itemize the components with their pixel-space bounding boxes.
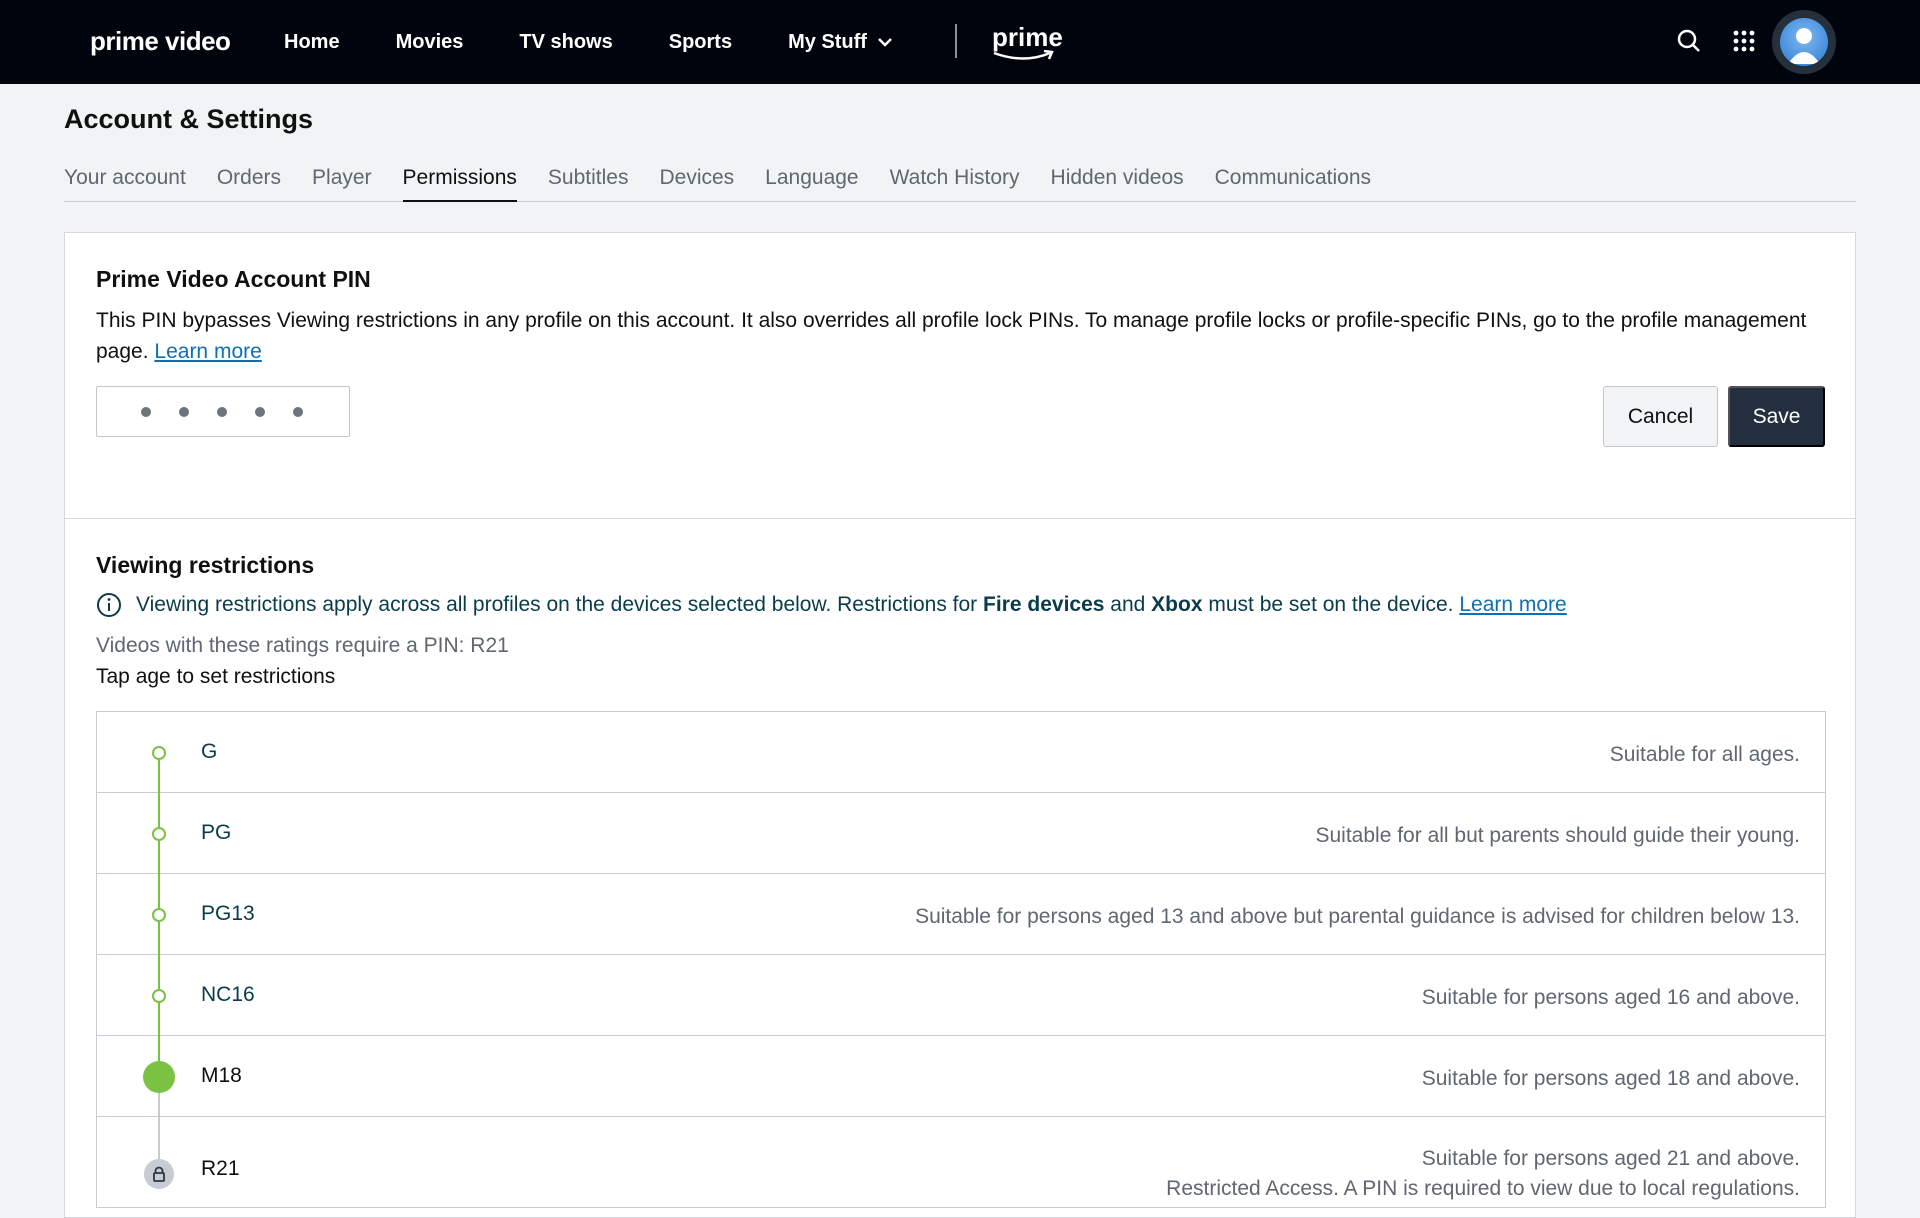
- rating-timeline: [97, 712, 197, 793]
- rating-code: M18: [201, 1064, 242, 1087]
- pin-description-text: This PIN bypasses Viewing restrictions i…: [96, 309, 1807, 363]
- timeline-line: [158, 760, 160, 793]
- rating-row-pg[interactable]: PG Suitable for all but parents should g…: [97, 793, 1825, 874]
- info-icon: [97, 593, 121, 617]
- rating-marker: [152, 989, 166, 1003]
- tab-devices[interactable]: Devices: [659, 160, 734, 202]
- rating-timeline: [97, 793, 197, 874]
- rating-description: Suitable for persons aged 21 and above. …: [1166, 1144, 1800, 1204]
- prime-video-logo[interactable]: prime video: [90, 26, 231, 57]
- apps-grid-icon[interactable]: [1733, 30, 1755, 57]
- rating-description: Suitable for persons aged 13 and above b…: [915, 905, 1800, 928]
- tab-your-account[interactable]: Your account: [64, 160, 186, 202]
- prime-smile-icon: [993, 50, 1054, 60]
- tab-language[interactable]: Language: [765, 160, 858, 202]
- timeline-line-inactive: [158, 1117, 160, 1161]
- tab-player[interactable]: Player: [312, 160, 372, 202]
- prime-logo[interactable]: prime: [992, 22, 1063, 60]
- rating-marker: [152, 908, 166, 922]
- user-icon: [1780, 18, 1828, 66]
- nav-home[interactable]: Home: [284, 31, 340, 54]
- restrictions-title: Viewing restrictions: [96, 552, 315, 578]
- rating-code: NC16: [201, 983, 255, 1006]
- tab-hidden-videos[interactable]: Hidden videos: [1051, 160, 1184, 202]
- rating-marker: [152, 746, 166, 760]
- pin-dot: [255, 406, 265, 417]
- prime-logo-text: prime: [992, 22, 1063, 52]
- page-title: Account & Settings: [64, 104, 314, 134]
- pin-dot: [141, 406, 151, 417]
- pin-card-title: Prime Video Account PIN: [96, 266, 371, 292]
- tab-communications[interactable]: Communications: [1215, 160, 1371, 202]
- restrictions-learn-more-link[interactable]: Learn more: [1459, 593, 1566, 617]
- rating-row-nc16[interactable]: NC16 Suitable for persons aged 16 and ab…: [97, 955, 1825, 1036]
- rating-code: PG13: [201, 902, 255, 925]
- rating-row-m18[interactable]: M18 Suitable for persons aged 18 and abo…: [97, 1036, 1825, 1117]
- chevron-down-icon: [878, 38, 892, 47]
- pin-dot: [217, 406, 227, 417]
- nav-divider: [955, 24, 957, 58]
- nav-movies[interactable]: Movies: [396, 31, 464, 54]
- rating-timeline: [97, 955, 197, 1036]
- info-fire-devices: Fire devices: [983, 593, 1105, 616]
- rating-row-g[interactable]: G Suitable for all ages.: [97, 712, 1825, 793]
- tab-subtitles[interactable]: Subtitles: [548, 160, 629, 202]
- rating-description: Suitable for all but parents should guid…: [1315, 824, 1801, 847]
- ratings-list: G Suitable for all ages. PG Suitable for…: [96, 711, 1826, 1208]
- viewing-restrictions-card: Viewing restrictions Viewing restriction…: [64, 518, 1856, 1218]
- pin-learn-more-link[interactable]: Learn more: [154, 340, 261, 363]
- rating-code: G: [201, 740, 218, 763]
- rating-row-pg13[interactable]: PG13 Suitable for persons aged 13 and ab…: [97, 874, 1825, 955]
- settings-tabs: Your account Orders Player Permissions S…: [64, 160, 1856, 202]
- nav-my-stuff-label: My Stuff: [788, 30, 867, 53]
- rating-timeline: [97, 874, 197, 955]
- avatar[interactable]: [1772, 10, 1836, 74]
- tap-age-instruction: Tap age to set restrictions: [96, 665, 336, 688]
- nav-tv-shows[interactable]: TV shows: [519, 31, 612, 54]
- rating-timeline: [97, 1117, 197, 1207]
- rating-description: Suitable for persons aged 18 and above.: [1421, 1067, 1800, 1090]
- lock-icon: [144, 1159, 174, 1189]
- rating-marker: [152, 827, 166, 841]
- account-pin-card: Prime Video Account PIN This PIN bypasse…: [64, 232, 1856, 519]
- selected-rating-marker: [143, 1061, 175, 1093]
- rating-timeline: [97, 1036, 197, 1117]
- save-button[interactable]: Save: [1728, 386, 1825, 447]
- tab-permissions[interactable]: Permissions: [402, 160, 517, 202]
- timeline-line-inactive: [158, 1090, 160, 1117]
- rating-description: Suitable for all ages.: [1609, 743, 1800, 766]
- pin-input[interactable]: [96, 386, 350, 437]
- rating-row-r21[interactable]: R21 Suitable for persons aged 21 and abo…: [97, 1117, 1825, 1207]
- search-icon[interactable]: [1676, 28, 1702, 59]
- tab-watch-history[interactable]: Watch History: [890, 160, 1020, 202]
- info-text-suffix: must be set on the device.: [1208, 593, 1454, 616]
- nav-sports[interactable]: Sports: [669, 31, 732, 54]
- pin-dot: [179, 406, 189, 417]
- top-navigation: prime video Home Movies TV shows Sports …: [0, 0, 1920, 84]
- rating-description-line1: Suitable for persons aged 21 and above.: [1421, 1147, 1800, 1170]
- tab-orders[interactable]: Orders: [217, 160, 281, 202]
- cancel-button[interactable]: Cancel: [1603, 386, 1718, 447]
- main-nav: Home Movies TV shows Sports My Stuff: [284, 0, 949, 84]
- info-xbox: Xbox: [1151, 593, 1203, 616]
- restrictions-info: Viewing restrictions apply across all pr…: [96, 592, 1567, 618]
- pin-dot: [293, 406, 303, 417]
- pin-description: This PIN bypasses Viewing restrictions i…: [96, 305, 1826, 367]
- rating-code: R21: [201, 1157, 240, 1180]
- nav-my-stuff[interactable]: My Stuff: [788, 31, 893, 54]
- rating-code: PG: [201, 821, 232, 844]
- rating-description: Suitable for persons aged 16 and above.: [1421, 986, 1800, 1009]
- pin-required-ratings: Videos with these ratings require a PIN:…: [96, 634, 509, 657]
- info-and: and: [1110, 593, 1146, 616]
- info-text-prefix: Viewing restrictions apply across all pr…: [136, 593, 978, 616]
